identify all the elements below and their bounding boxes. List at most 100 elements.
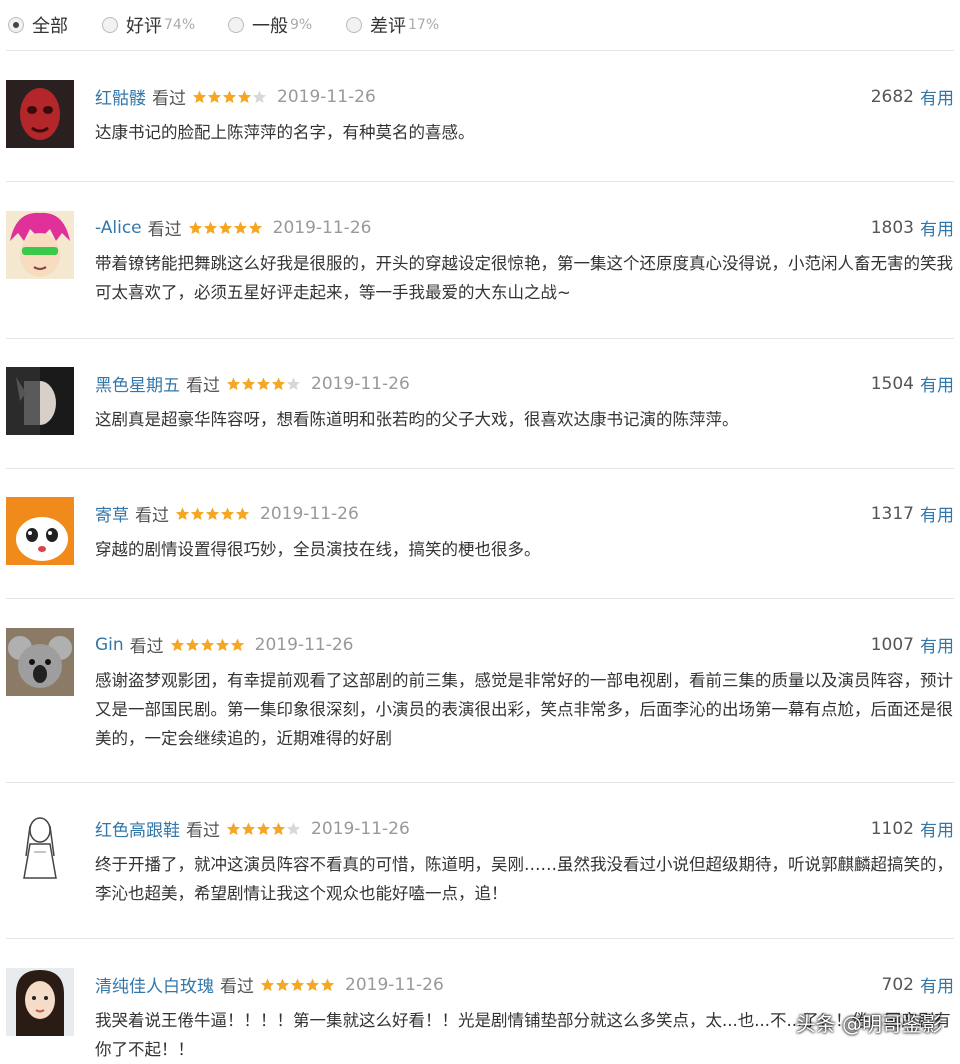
vote-count: 2682 [870, 86, 914, 107]
user-avatar[interactable] [6, 968, 74, 1036]
star-icon [256, 377, 271, 390]
seen-label: 看过 [129, 637, 164, 657]
filter-percent: 74% [164, 17, 196, 33]
useful-button[interactable]: 有用 [920, 84, 954, 109]
star-icon [218, 221, 232, 234]
filter-percent: 17% [408, 17, 440, 33]
useful-button[interactable]: 有用 [920, 371, 954, 396]
divider [6, 782, 954, 783]
username-link[interactable]: 红骷髅 [95, 84, 146, 109]
user-avatar[interactable] [6, 367, 74, 435]
vote-count: 1504 [870, 373, 914, 394]
review-meta: 清纯佳人白玫瑰 看过 2019-11-26 [95, 972, 444, 998]
useful-button[interactable]: 有用 [920, 215, 954, 240]
avatar-koala-image [6, 628, 74, 696]
seen-label: 看过 [135, 506, 169, 526]
review-meta: 寄草 看过 2019-11-26 [95, 501, 359, 527]
divider [6, 338, 954, 339]
review-date: 2019-11-26 [345, 974, 444, 995]
review-text: 穿越的剧情设置得很巧妙，全员演技在线，搞笑的梗也很多。 [95, 540, 541, 559]
avatar-red-skull-image [6, 80, 74, 148]
vote-count: 1007 [870, 634, 914, 655]
rating-filter-bar: 全部 好评 74% 一般 9% 差评 17% [0, 0, 960, 50]
vote-count: 702 [881, 974, 914, 995]
vote-count: 1102 [870, 818, 914, 839]
star-icon [233, 221, 247, 234]
star-icon [226, 377, 241, 390]
vote-area: 1102 有用 [870, 816, 954, 842]
filter-neutral[interactable]: 一般 9% [228, 12, 312, 38]
useful-button[interactable]: 有用 [920, 972, 954, 997]
vote-area: 1803 有用 [871, 215, 954, 241]
star-icon [275, 978, 290, 991]
filter-positive[interactable]: 好评 74% [102, 12, 195, 38]
rating-stars [260, 978, 335, 992]
review-date: 2019-11-26 [272, 217, 372, 238]
useful-button[interactable]: 有用 [920, 501, 954, 526]
review-meta: 红色高跟鞋 看过 2019-11-26 [95, 816, 410, 842]
star-icon [207, 90, 222, 103]
star-icon [235, 507, 250, 520]
star-icon [241, 822, 256, 835]
filter-label: 差评 [370, 16, 406, 37]
filter-all[interactable]: 全部 [8, 12, 68, 38]
filter-negative[interactable]: 差评 17% [346, 12, 439, 38]
seen-label: 看过 [152, 89, 186, 109]
star-icon [290, 978, 305, 991]
user-avatar[interactable] [6, 80, 74, 148]
user-avatar[interactable] [6, 497, 74, 565]
username-link[interactable]: Gin [95, 635, 124, 655]
avatar-anime-pink-hair-image [6, 211, 74, 279]
radio-icon[interactable] [346, 17, 362, 33]
filter-label: 好评 [126, 16, 162, 37]
review-date: 2019-11-26 [311, 373, 410, 394]
rating-stars [226, 822, 301, 836]
radio-checked-icon[interactable] [8, 17, 24, 33]
review-text: 带着镣铐能把舞跳这么好我是很服的，开头的穿越设定很惊艳，第一集这个还原度真心没得… [95, 254, 953, 302]
star-icon [170, 638, 184, 651]
review-date: 2019-11-26 [260, 503, 359, 524]
username-link[interactable]: 黑色星期五 [95, 371, 180, 396]
review-meta: -Alice 看过 2019-11-26 [95, 215, 372, 241]
star-icon [252, 90, 267, 103]
divider [6, 468, 954, 469]
rating-stars [226, 377, 301, 391]
review-meta: Gin 看过 2019-11-26 [95, 632, 354, 658]
rating-stars [170, 638, 245, 652]
vote-area: 1504 有用 [870, 371, 954, 397]
star-icon [188, 221, 202, 234]
radio-icon[interactable] [228, 17, 244, 33]
seen-label: 看过 [186, 376, 220, 396]
review-text: 感谢盗梦观影团，有幸提前观看了这部剧的前三集，感觉是非常好的一部电视剧，看前三集… [95, 671, 953, 748]
radio-icon[interactable] [102, 17, 118, 33]
review-date: 2019-11-26 [277, 86, 376, 107]
user-avatar[interactable] [6, 812, 74, 880]
divider [6, 598, 954, 599]
star-icon [205, 507, 220, 520]
review-date: 2019-11-26 [254, 634, 354, 655]
useful-button[interactable]: 有用 [920, 632, 954, 657]
review-meta: 黑色星期五 看过 2019-11-26 [95, 371, 410, 397]
filter-label: 全部 [32, 16, 68, 37]
review-meta: 红骷髅 看过 2019-11-26 [95, 84, 376, 110]
star-icon [230, 638, 244, 651]
review-text: 终于开播了，就冲这演员阵容不看真的可惜，陈道明，吴刚……虽然我没看过小说但超级期… [95, 855, 953, 903]
star-icon [320, 978, 335, 991]
avatar-sketch-girl-image [6, 812, 74, 880]
filter-percent: 9% [290, 17, 313, 33]
star-icon [271, 822, 286, 835]
username-link[interactable]: -Alice [95, 218, 142, 238]
star-icon [226, 822, 241, 835]
useful-button[interactable]: 有用 [920, 816, 954, 841]
star-icon [241, 377, 256, 390]
username-link[interactable]: 清纯佳人白玫瑰 [95, 972, 214, 997]
seen-label: 看过 [147, 220, 182, 240]
star-icon [200, 638, 214, 651]
username-link[interactable]: 红色高跟鞋 [95, 816, 180, 841]
review-text: 这剧真是超豪华阵容呀，想看陈道明和张若昀的父子大戏，很喜欢达康书记演的陈萍萍。 [95, 410, 739, 429]
divider [6, 50, 954, 51]
username-link[interactable]: 寄草 [95, 501, 129, 526]
user-avatar[interactable] [6, 628, 74, 696]
rating-stars [188, 221, 263, 235]
user-avatar[interactable] [6, 211, 74, 279]
